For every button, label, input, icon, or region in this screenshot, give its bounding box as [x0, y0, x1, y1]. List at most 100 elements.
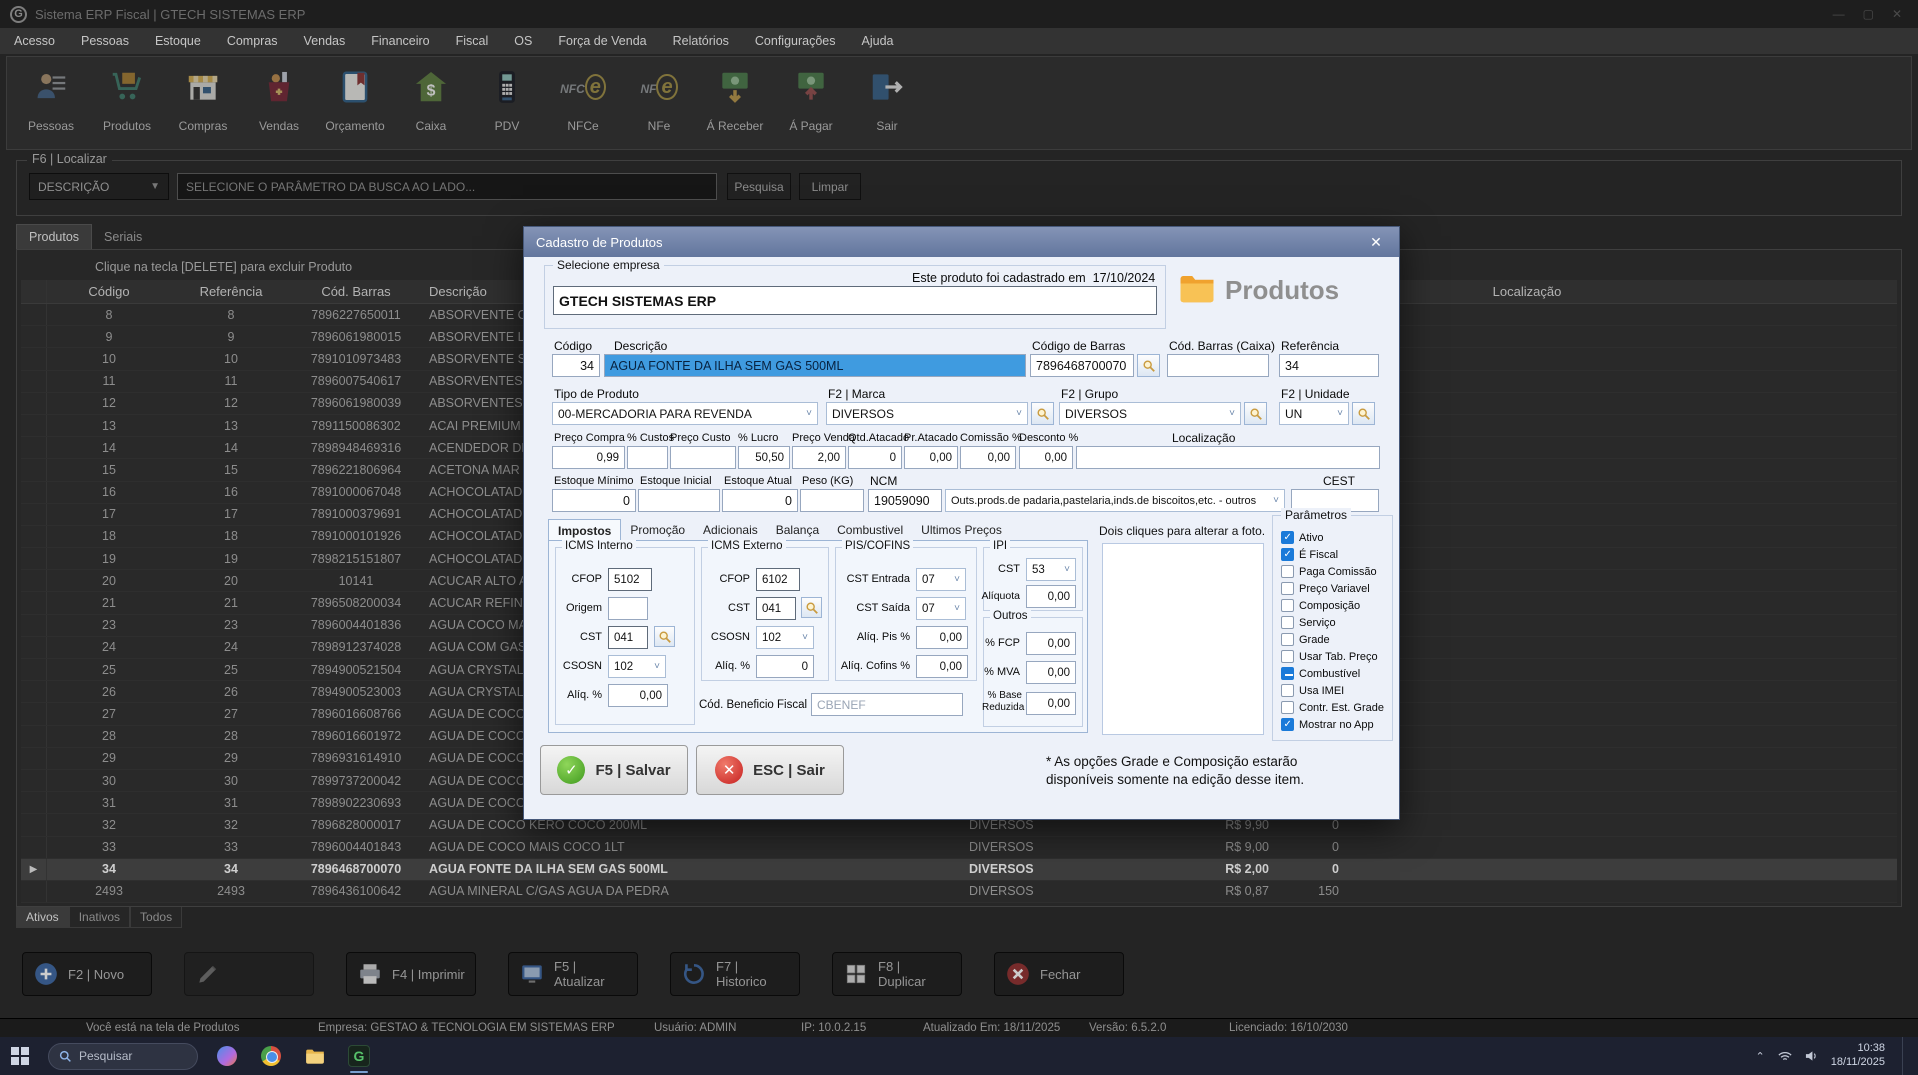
taskbar-copilot-icon[interactable]	[212, 1037, 242, 1075]
dialog-tab-impostos[interactable]: Impostos	[548, 519, 622, 541]
table-row[interactable]: 33 33 7896004401843 AGUA DE COCO MAIS COCO …	[21, 836, 1897, 859]
marca-search-icon[interactable]	[1031, 402, 1054, 425]
ipi-cst-select[interactable]: 53 ˅	[1026, 558, 1076, 581]
cst-search-icon[interactable]	[801, 597, 822, 618]
show-desktop-edge[interactable]	[1902, 1037, 1906, 1075]
unidade-select[interactable]: UN ˅	[1279, 402, 1349, 425]
base-reduzida-input[interactable]	[1026, 692, 1076, 715]
column-header[interactable]: Código	[47, 284, 171, 299]
menu-item-estoque[interactable]: Estoque	[155, 34, 201, 48]
filter-tab-todos[interactable]: Todos	[130, 907, 183, 928]
beneficio-fiscal-input[interactable]	[811, 693, 963, 716]
taskbar-browser-icon[interactable]	[256, 1037, 286, 1075]
param-composi-o[interactable]: Composição	[1281, 598, 1360, 613]
param-combust-vel[interactable]: Combustível	[1281, 666, 1360, 681]
checkbox-unchecked[interactable]	[1281, 701, 1294, 714]
toolbar-item-compras[interactable]: Compras	[165, 63, 241, 133]
icms-interno-csosn-select[interactable]: 102 ˅	[608, 655, 666, 678]
param-usa-imei[interactable]: Usa IMEI	[1281, 683, 1344, 698]
checkbox-checked[interactable]	[1281, 531, 1294, 544]
toolbar-item-or-amento[interactable]: Orçamento	[317, 63, 393, 133]
menu-item-vendas[interactable]: Vendas	[304, 34, 346, 48]
fcp-input[interactable]	[1026, 632, 1076, 655]
toolbar-item-receber[interactable]: Á Receber	[697, 63, 773, 133]
table-row[interactable]: 2493 2493 7896436100642 AGUA MINERAL C/GAS …	[21, 880, 1897, 904]
exit-button[interactable]: ✕ ESC | Sair	[696, 745, 844, 795]
param-servi-o[interactable]: Serviço	[1281, 615, 1336, 630]
grupo-select[interactable]: DIVERSOS ˅	[1059, 402, 1241, 425]
cst-search-icon[interactable]	[654, 626, 675, 647]
table-row[interactable]: ▶ 34 34 7896468700070 AGUA FONTE DA ILHA SEM…	[21, 858, 1897, 881]
toolbar-item-pagar[interactable]: Á Pagar	[773, 63, 849, 133]
icms-externo-cst-input[interactable]	[756, 597, 796, 620]
tray-chevron-up-icon[interactable]: ⌃	[1756, 1050, 1765, 1063]
param-mostrar-no-app[interactable]: Mostrar no App	[1281, 717, 1374, 732]
icms-interno-cfop-input[interactable]	[608, 568, 652, 591]
dialog-tab-balan-a[interactable]: Balança	[767, 519, 828, 541]
button-f5-atualizar[interactable]: F5 | Atualizar	[508, 952, 638, 996]
checkbox-unchecked[interactable]	[1281, 599, 1294, 612]
peso-input[interactable]	[800, 489, 864, 512]
taskbar-search[interactable]: Pesquisar	[48, 1042, 198, 1070]
dialog-tab-adicionais[interactable]: Adicionais	[694, 519, 767, 541]
clear-button[interactable]: Limpar	[799, 173, 861, 200]
tab-seriais[interactable]: Seriais	[92, 224, 154, 249]
column-header[interactable]: Localização	[1347, 284, 1707, 299]
icms-externo-csosn-select[interactable]: 102 ˅	[756, 626, 814, 649]
pr-atacado-input[interactable]	[904, 446, 958, 469]
menu-item-fiscal[interactable]: Fiscal	[456, 34, 489, 48]
product-photo[interactable]	[1102, 543, 1264, 735]
estoque-atual-input[interactable]	[722, 489, 798, 512]
taskbar-erp-app-icon[interactable]: G	[344, 1037, 374, 1075]
param-ativo[interactable]: Ativo	[1281, 530, 1323, 545]
mva-input[interactable]	[1026, 661, 1076, 684]
maximize-icon[interactable]: ▢	[1863, 7, 1874, 21]
toolbar-item-nfce[interactable]: NFC e NFCe	[545, 63, 621, 133]
button-f4-imprimir[interactable]: F4 | Imprimir	[346, 952, 476, 996]
taskbar-clock[interactable]: 10:38 18/11/2025	[1831, 1042, 1889, 1070]
button-fechar[interactable]: Fechar	[994, 952, 1124, 996]
column-header[interactable]: Referência	[171, 284, 291, 299]
menu-item-compras[interactable]: Compras	[227, 34, 278, 48]
toolbar-item-vendas[interactable]: Vendas	[241, 63, 317, 133]
start-button[interactable]	[0, 1037, 40, 1075]
tipo-produto-select[interactable]: 00-MERCADORIA PARA REVENDA ˅	[552, 402, 818, 425]
checkbox-unchecked[interactable]	[1281, 633, 1294, 646]
volume-icon[interactable]	[1805, 1050, 1818, 1062]
search-field-dropdown[interactable]: DESCRIÇÃO ▼	[29, 173, 169, 200]
aliq-pis-input[interactable]	[916, 626, 968, 649]
button-f2-novo[interactable]: F2 | Novo	[22, 952, 152, 996]
descricao-input[interactable]	[604, 354, 1026, 377]
toolbar-item-sair[interactable]: Sair	[849, 63, 925, 133]
icms-interno-origem-input[interactable]	[608, 597, 648, 620]
network-icon[interactable]	[1778, 1050, 1792, 1062]
close-icon[interactable]: ✕	[1892, 7, 1902, 21]
preco-venda-input[interactable]	[792, 446, 846, 469]
checkbox-unchecked[interactable]	[1281, 684, 1294, 697]
toolbar-item-caixa[interactable]: $ Caixa	[393, 63, 469, 133]
menu-item-os[interactable]: OS	[514, 34, 532, 48]
icms-externo-aliq-input[interactable]	[756, 655, 814, 678]
barras-caixa-input[interactable]	[1167, 354, 1269, 377]
codigo-input[interactable]	[552, 354, 600, 377]
codigo-barras-input[interactable]	[1030, 354, 1134, 377]
search-button[interactable]: Pesquisa	[727, 173, 791, 200]
button-f8-duplicar[interactable]: F8 | Duplicar	[832, 952, 962, 996]
filter-tab-inativos[interactable]: Inativos	[68, 907, 131, 928]
menu-item-relat-rios[interactable]: Relatórios	[673, 34, 729, 48]
desconto-input[interactable]	[1019, 446, 1073, 469]
toolbar-item-produtos[interactable]: Produtos	[89, 63, 165, 133]
localizacao-input[interactable]	[1076, 446, 1380, 469]
checkbox-unchecked[interactable]	[1281, 616, 1294, 629]
dialog-tab-ultimos-pre-os[interactable]: Ultimos Preços	[912, 519, 1011, 541]
toolbar-item-pessoas[interactable]: Pessoas	[13, 63, 89, 133]
icms-interno-aliq-input[interactable]	[608, 684, 668, 707]
aliq-cofins-input[interactable]	[916, 655, 968, 678]
tab-produtos[interactable]: Produtos	[16, 224, 93, 249]
dialog-tab-combustivel[interactable]: Combustivel	[828, 519, 912, 541]
menu-item-pessoas[interactable]: Pessoas	[81, 34, 129, 48]
preco-custo-input[interactable]	[670, 446, 736, 469]
ncm-descricao-select[interactable]: Outs.prods.de padaria,pastelaria,inds.de…	[945, 489, 1285, 512]
comissao-input[interactable]	[960, 446, 1016, 469]
checkbox-checked[interactable]	[1281, 718, 1294, 731]
